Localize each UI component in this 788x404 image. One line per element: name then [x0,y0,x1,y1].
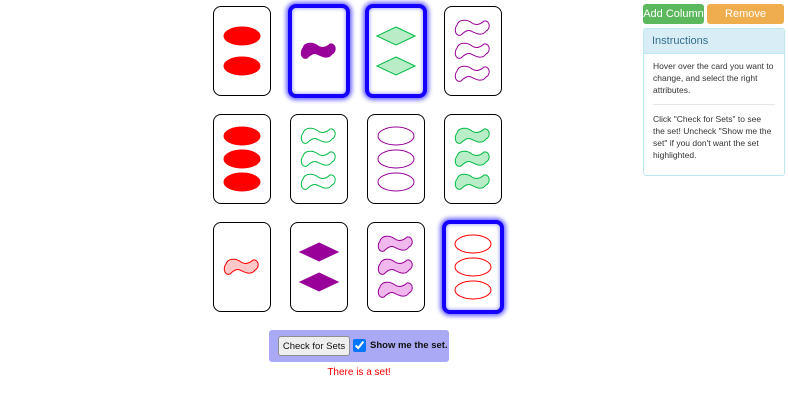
oval-shape-icon [454,234,492,254]
squiggle-shape-icon [377,281,413,298]
instructions-title: Instructions [644,29,784,54]
show-set-checkbox[interactable] [353,339,366,352]
squiggle-shape-icon [300,127,336,144]
instructions-panel: Instructions Hover over the card you wan… [643,28,785,176]
oval-shape-icon [454,257,492,277]
card[interactable] [290,114,348,204]
squiggle-shape-icon [300,42,336,59]
add-column-button[interactable]: Add Column [643,4,704,24]
squiggle-shape-icon [454,19,490,36]
oval-shape-icon [223,149,261,169]
oval-shape-icon [223,26,261,46]
card[interactable] [444,6,502,96]
squiggle-shape-icon [377,258,413,275]
squiggle-shape-icon [454,42,490,59]
card[interactable] [367,114,425,204]
instructions-paragraph: Click "Check for Sets" to see the set! U… [653,114,772,160]
oval-shape-icon [223,126,261,146]
oval-shape-icon [223,56,261,76]
card[interactable] [213,222,271,312]
oval-shape-icon [223,172,261,192]
squiggle-shape-icon [454,150,490,167]
status-message: There is a set! [327,367,391,378]
instructions-body: Hover over the card you want to change, … [644,54,784,161]
diamond-shape-icon [299,272,339,292]
squiggle-shape-icon [377,235,413,252]
oval-shape-icon [377,126,415,146]
squiggle-shape-icon [300,150,336,167]
card[interactable] [367,222,425,312]
squiggle-shape-icon [223,258,259,275]
card[interactable] [442,220,504,314]
card[interactable] [213,6,271,96]
card[interactable] [444,114,502,204]
diamond-shape-icon [376,26,416,46]
card[interactable] [290,222,348,312]
squiggle-shape-icon [454,65,490,82]
squiggle-shape-icon [454,127,490,144]
instructions-divider [653,104,775,105]
oval-shape-icon [377,149,415,169]
oval-shape-icon [454,280,492,300]
squiggle-shape-icon [300,173,336,190]
squiggle-shape-icon [454,173,490,190]
card[interactable] [288,4,350,98]
remove-column-button[interactable]: Remove Column [707,4,784,40]
check-for-sets-button[interactable]: Check for Sets [278,336,350,356]
card[interactable] [213,114,271,204]
card[interactable] [365,4,427,98]
controls-bar: Check for Sets Show me the set. [269,330,449,362]
oval-shape-icon [377,172,415,192]
show-set-label[interactable]: Show me the set. [370,340,448,351]
diamond-shape-icon [299,242,339,262]
diamond-shape-icon [376,56,416,76]
instructions-paragraph: Hover over the card you want to change, … [653,61,774,95]
